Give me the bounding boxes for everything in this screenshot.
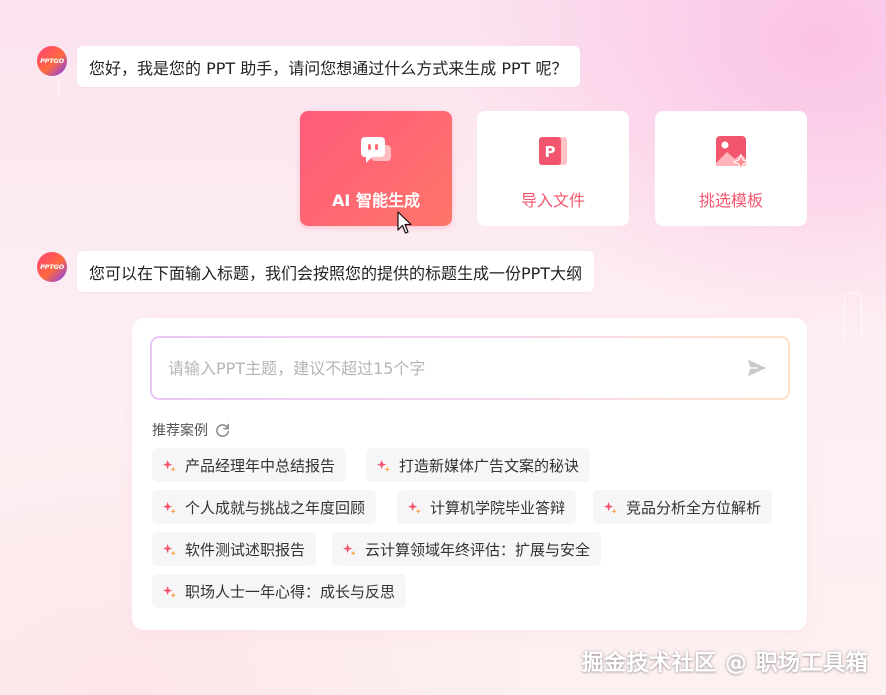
svg-text:P: P: [545, 143, 556, 161]
assistant-avatar: PPTGO: [37, 46, 67, 76]
assistant-avatar: PPTGO: [37, 252, 67, 282]
avatar-text: PPTGO: [40, 263, 64, 271]
sparkle-icon: [163, 585, 176, 598]
sparkle-icon: [604, 501, 617, 514]
topic-input[interactable]: [168, 358, 746, 378]
sparkle-icon: [163, 543, 176, 556]
sparkle-icon: [377, 459, 390, 472]
option-label: AI 智能生成: [332, 191, 420, 210]
send-icon[interactable]: [746, 357, 768, 379]
message-text: 您好，我是您的 PPT 助手，请问您想通过什么方式来生成 PPT 呢？: [89, 58, 568, 78]
sparkle-icon: [343, 543, 356, 556]
watermark: 掘金技术社区 @ 职场工具箱: [581, 651, 868, 676]
recommend-chip[interactable]: 软件测试述职报告: [152, 532, 317, 566]
recommend-chip[interactable]: 产品经理年中总结报告: [152, 448, 347, 482]
option-ai-generate[interactable]: AI 智能生成: [300, 111, 452, 226]
chip-label: 职场人士一年心得：成长与反思: [185, 582, 396, 601]
recommend-chip[interactable]: 个人成就与挑战之年度回顾: [152, 490, 377, 524]
option-label: 导入文件: [520, 191, 585, 210]
sparkle-icon: [163, 459, 176, 472]
chip-label: 计算机学院毕业答辩: [430, 498, 566, 517]
option-import-file[interactable]: P 导入文件: [477, 111, 629, 226]
chip-label: 个人成就与挑战之年度回顾: [185, 498, 366, 517]
assistant-message: 您好，我是您的 PPT 助手，请问您想通过什么方式来生成 PPT 呢？: [77, 46, 580, 87]
chip-label: 产品经理年中总结报告: [185, 456, 336, 475]
sparkle-icon: [408, 501, 421, 514]
topic-input-box: [152, 338, 788, 398]
topic-input-wrapper: [150, 336, 790, 400]
image-template-icon: [716, 136, 749, 169]
chip-label: 云计算领域年终评估：扩展与安全: [365, 540, 591, 559]
assistant-message: 您可以在下面输入标题，我们会按照您的提供的标题生成一份PPT大纲: [77, 251, 595, 292]
recommend-chip[interactable]: 计算机学院毕业答辩: [397, 490, 577, 524]
recommend-chip[interactable]: 竞品分析全方位解析: [593, 490, 773, 524]
topic-input-panel: 推荐案例 产品经理年中总结报告 打造新媒体广告文案的秘诀 个人成就与挑战之年度回…: [132, 318, 807, 630]
recommend-header: 推荐案例: [152, 420, 231, 440]
recommend-title: 推荐案例: [152, 423, 208, 439]
chat-bubble-icon: [361, 137, 391, 163]
message-text: 您可以在下面输入标题，我们会按照您的提供的标题生成一份PPT大纲: [89, 263, 583, 283]
option-pick-template[interactable]: 挑选模板: [655, 111, 807, 226]
sparkle-icon: [163, 501, 176, 514]
recommend-chip[interactable]: 职场人士一年心得：成长与反思: [152, 574, 407, 608]
option-label: 挑选模板: [698, 191, 763, 210]
ppt-file-icon: P: [539, 137, 567, 165]
chip-label: 打造新媒体广告文案的秘诀: [399, 456, 580, 475]
chip-label: 软件测试述职报告: [185, 540, 306, 559]
mouse-cursor-icon: [397, 211, 412, 234]
side-decoration: [844, 292, 862, 340]
avatar-text: PPTGO: [40, 57, 64, 65]
refresh-icon[interactable]: [214, 422, 231, 439]
chip-label: 竞品分析全方位解析: [626, 498, 762, 517]
recommend-chip[interactable]: 打造新媒体广告文案的秘诀: [366, 448, 591, 482]
thread-line: [58, 80, 59, 100]
recommend-chip[interactable]: 云计算领域年终评估：扩展与安全: [332, 532, 602, 566]
